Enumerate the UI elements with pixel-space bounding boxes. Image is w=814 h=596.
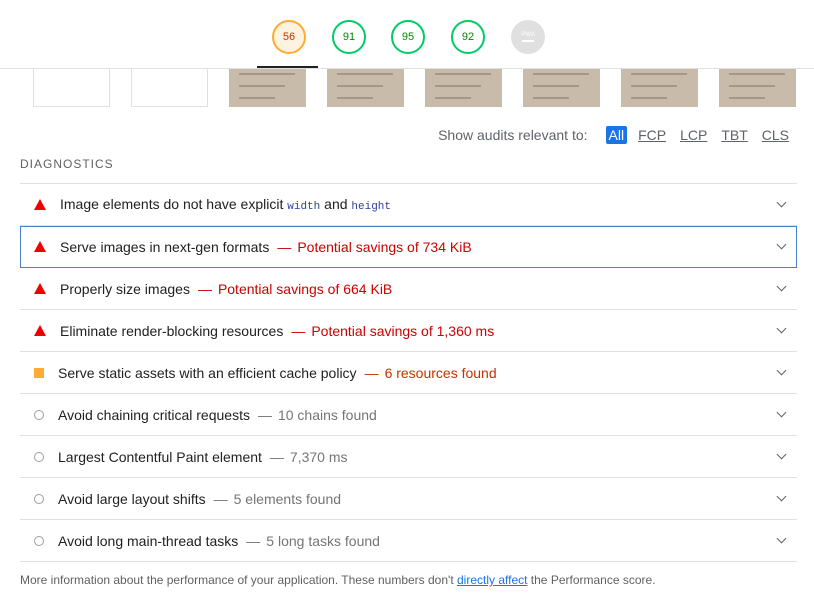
performance-score: 56: [282, 31, 296, 43]
accessibility-gauge[interactable]: 91: [332, 20, 366, 54]
filmstrip-frame: [327, 69, 404, 107]
chevron-down-icon[interactable]: [776, 449, 787, 460]
filmstrip-frame: [131, 69, 208, 107]
fail-triangle-icon: [34, 325, 46, 336]
filter-chip-cls[interactable]: CLS: [759, 126, 792, 144]
filter-label: Show audits relevant to:: [438, 127, 588, 143]
audit-title: Largest Contentful Paint element: [58, 448, 262, 465]
score-bar: 56 91 95 92 PWA: [0, 0, 814, 69]
chevron-down-icon[interactable]: [776, 491, 787, 502]
audit-savings: Potential savings of 1,360 ms: [311, 322, 495, 339]
fail-triangle-icon: [34, 283, 46, 294]
best-practices-score: 95: [401, 31, 415, 43]
filmstrip-frame: [719, 69, 796, 107]
fail-triangle-icon: [34, 241, 46, 252]
audit-title: Properly size images: [60, 280, 190, 297]
audit-savings: Potential savings of 664 KiB: [217, 280, 393, 297]
chevron-down-icon[interactable]: [776, 197, 787, 208]
diagnostics-heading: DIAGNOSTICS: [20, 157, 114, 171]
filmstrip-frame: [229, 69, 306, 107]
info-circle-icon: [34, 493, 44, 504]
audit-display-value: 7,370 ms: [289, 448, 348, 465]
filter-chip-all[interactable]: All: [605, 126, 628, 144]
separator: —: [257, 406, 272, 423]
separator: —: [246, 532, 261, 549]
footer-note: More information about the performance o…: [20, 573, 656, 587]
info-circle-icon: [34, 409, 44, 420]
audit-row[interactable]: Serve static assets with an efficient ca…: [20, 352, 797, 394]
filter-chip-tbt[interactable]: TBT: [718, 126, 750, 144]
filmstrip-frame: [523, 69, 600, 107]
separator: —: [291, 322, 306, 339]
audit-filter: Show audits relevant to: All FCP LCP TBT…: [438, 126, 792, 144]
audit-savings: Potential savings of 734 KiB: [297, 238, 472, 255]
audit-title: Avoid chaining critical requests: [58, 406, 250, 423]
accessibility-score: 91: [342, 31, 356, 43]
filmstrip-frame: [621, 69, 698, 107]
info-circle-icon: [34, 535, 44, 546]
info-circle-icon: [34, 451, 44, 462]
pwa-label: PWA: [521, 32, 535, 38]
audit-display-value: 5 long tasks found: [266, 532, 380, 549]
directly-affect-link[interactable]: directly affect: [457, 573, 527, 587]
audit-title: Image elements do not have explicit widt…: [60, 196, 392, 213]
separator: —: [197, 280, 212, 297]
separator: —: [213, 490, 228, 507]
chevron-down-icon[interactable]: [776, 407, 787, 418]
audit-title: Serve images in next-gen formats: [60, 238, 270, 255]
filmstrip-frame: [33, 69, 110, 107]
fail-triangle-icon: [34, 199, 46, 210]
performance-gauge[interactable]: 56: [272, 20, 306, 54]
filmstrip-frame: [425, 69, 502, 107]
audit-row[interactable]: Avoid chaining critical requests — 10 ch…: [20, 394, 797, 436]
footer-text-end: the Performance score.: [527, 573, 656, 587]
audit-title: Serve static assets with an efficient ca…: [58, 364, 357, 381]
chevron-down-icon[interactable]: [776, 533, 787, 544]
audit-display-value: 5 elements found: [233, 490, 342, 507]
filter-chip-lcp[interactable]: LCP: [677, 126, 710, 144]
chevron-down-icon[interactable]: [776, 281, 787, 292]
seo-score: 92: [461, 31, 475, 43]
audit-title: Avoid large layout shifts: [58, 490, 206, 507]
audit-title: Avoid long main-thread tasks: [58, 532, 239, 549]
best-practices-gauge[interactable]: 95: [391, 20, 425, 54]
chevron-down-icon[interactable]: [776, 365, 787, 376]
separator: —: [277, 238, 292, 255]
audit-row[interactable]: Avoid large layout shifts — 5 elements f…: [20, 478, 797, 520]
average-square-icon: [34, 367, 44, 378]
audit-row[interactable]: Eliminate render-blocking resources — Po…: [20, 310, 797, 352]
active-gauge-indicator: [257, 66, 318, 68]
audit-display-value: 6 resources found: [384, 364, 497, 381]
footer-text: More information about the performance o…: [20, 573, 457, 587]
audit-row[interactable]: Largest Contentful Paint element — 7,370…: [20, 436, 797, 478]
pwa-gauge[interactable]: PWA: [511, 20, 545, 54]
pwa-dash-icon: [522, 40, 534, 42]
chevron-down-icon[interactable]: [776, 323, 787, 334]
filter-chip-fcp[interactable]: FCP: [635, 126, 669, 144]
diagnostics-list: Image elements do not have explicit widt…: [20, 184, 797, 562]
audit-row[interactable]: Image elements do not have explicit widt…: [20, 184, 797, 226]
seo-gauge[interactable]: 92: [451, 20, 485, 54]
audit-row[interactable]: Avoid long main-thread tasks — 5 long ta…: [20, 520, 797, 562]
separator: —: [364, 364, 379, 381]
audit-row[interactable]: Properly size images — Potential savings…: [20, 268, 797, 310]
audit-title: Eliminate render-blocking resources: [60, 322, 284, 339]
separator: —: [269, 448, 284, 465]
chevron-down-icon[interactable]: [776, 239, 787, 250]
audit-display-value: 10 chains found: [277, 406, 377, 423]
audit-row[interactable]: Serve images in next-gen formats — Poten…: [20, 226, 797, 268]
